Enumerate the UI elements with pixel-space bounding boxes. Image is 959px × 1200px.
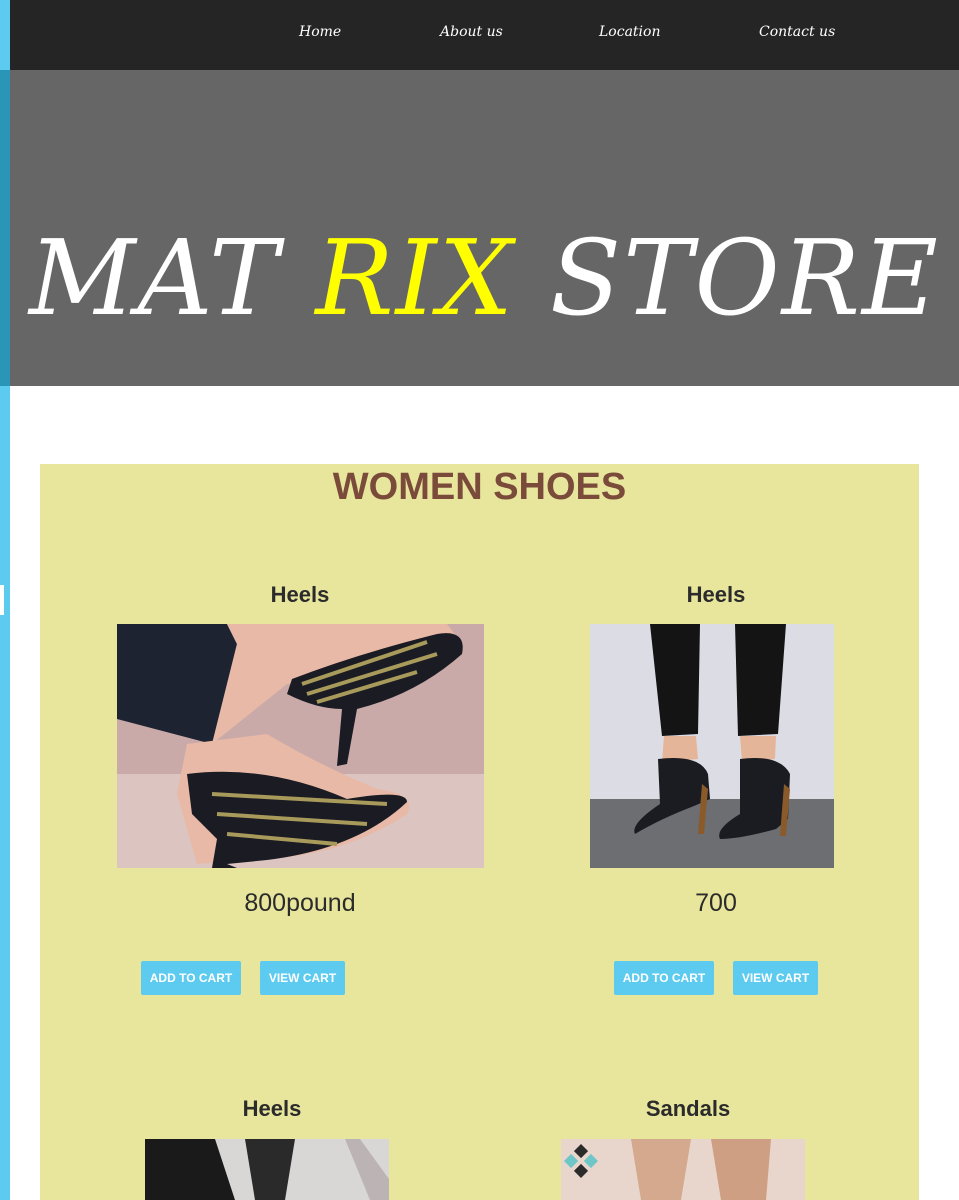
product-title: Sandals (645, 1096, 731, 1121)
nav-link-contact-us[interactable]: Contact us (759, 24, 835, 40)
product-title: Heels (686, 582, 746, 607)
store-title-part1: MAT (29, 217, 316, 339)
women-shoes-section: WOMEN SHOES Heels 800pound ADD TO CART V… (40, 464, 919, 1200)
view-cart-button[interactable]: VIEW CART (733, 961, 818, 995)
product-price: 800pound (244, 889, 356, 917)
product-image-heels-1[interactable] (117, 624, 484, 868)
product-image-heels-2[interactable] (590, 624, 834, 868)
store-title-highlight: RIX (315, 217, 515, 339)
add-to-cart-button[interactable]: ADD TO CART (614, 961, 714, 995)
nav-link-location[interactable]: Location (599, 24, 660, 40)
product-image-sandals[interactable] (561, 1139, 805, 1200)
section-title: WOMEN SHOES (332, 466, 627, 508)
store-title: MAT RIX STORE (10, 213, 959, 343)
nav-link-about-us[interactable]: About us (440, 24, 503, 40)
product-title: Heels (270, 582, 330, 607)
product-title: Heels (242, 1096, 302, 1121)
product-image-heels-3[interactable] (145, 1139, 389, 1200)
product-price: 700 (695, 889, 737, 917)
view-cart-button[interactable]: VIEW CART (260, 961, 345, 995)
left-edge-bar (0, 0, 10, 1200)
nav-link-home[interactable]: Home (299, 24, 341, 40)
top-nav: Home About us Location Contact us (10, 0, 959, 70)
store-title-part2: STORE (514, 217, 940, 339)
left-edge-bar-dark (0, 70, 10, 386)
left-edge-gap (0, 585, 4, 615)
add-to-cart-button[interactable]: ADD TO CART (141, 961, 241, 995)
hero-banner: MAT RIX STORE (10, 70, 959, 386)
